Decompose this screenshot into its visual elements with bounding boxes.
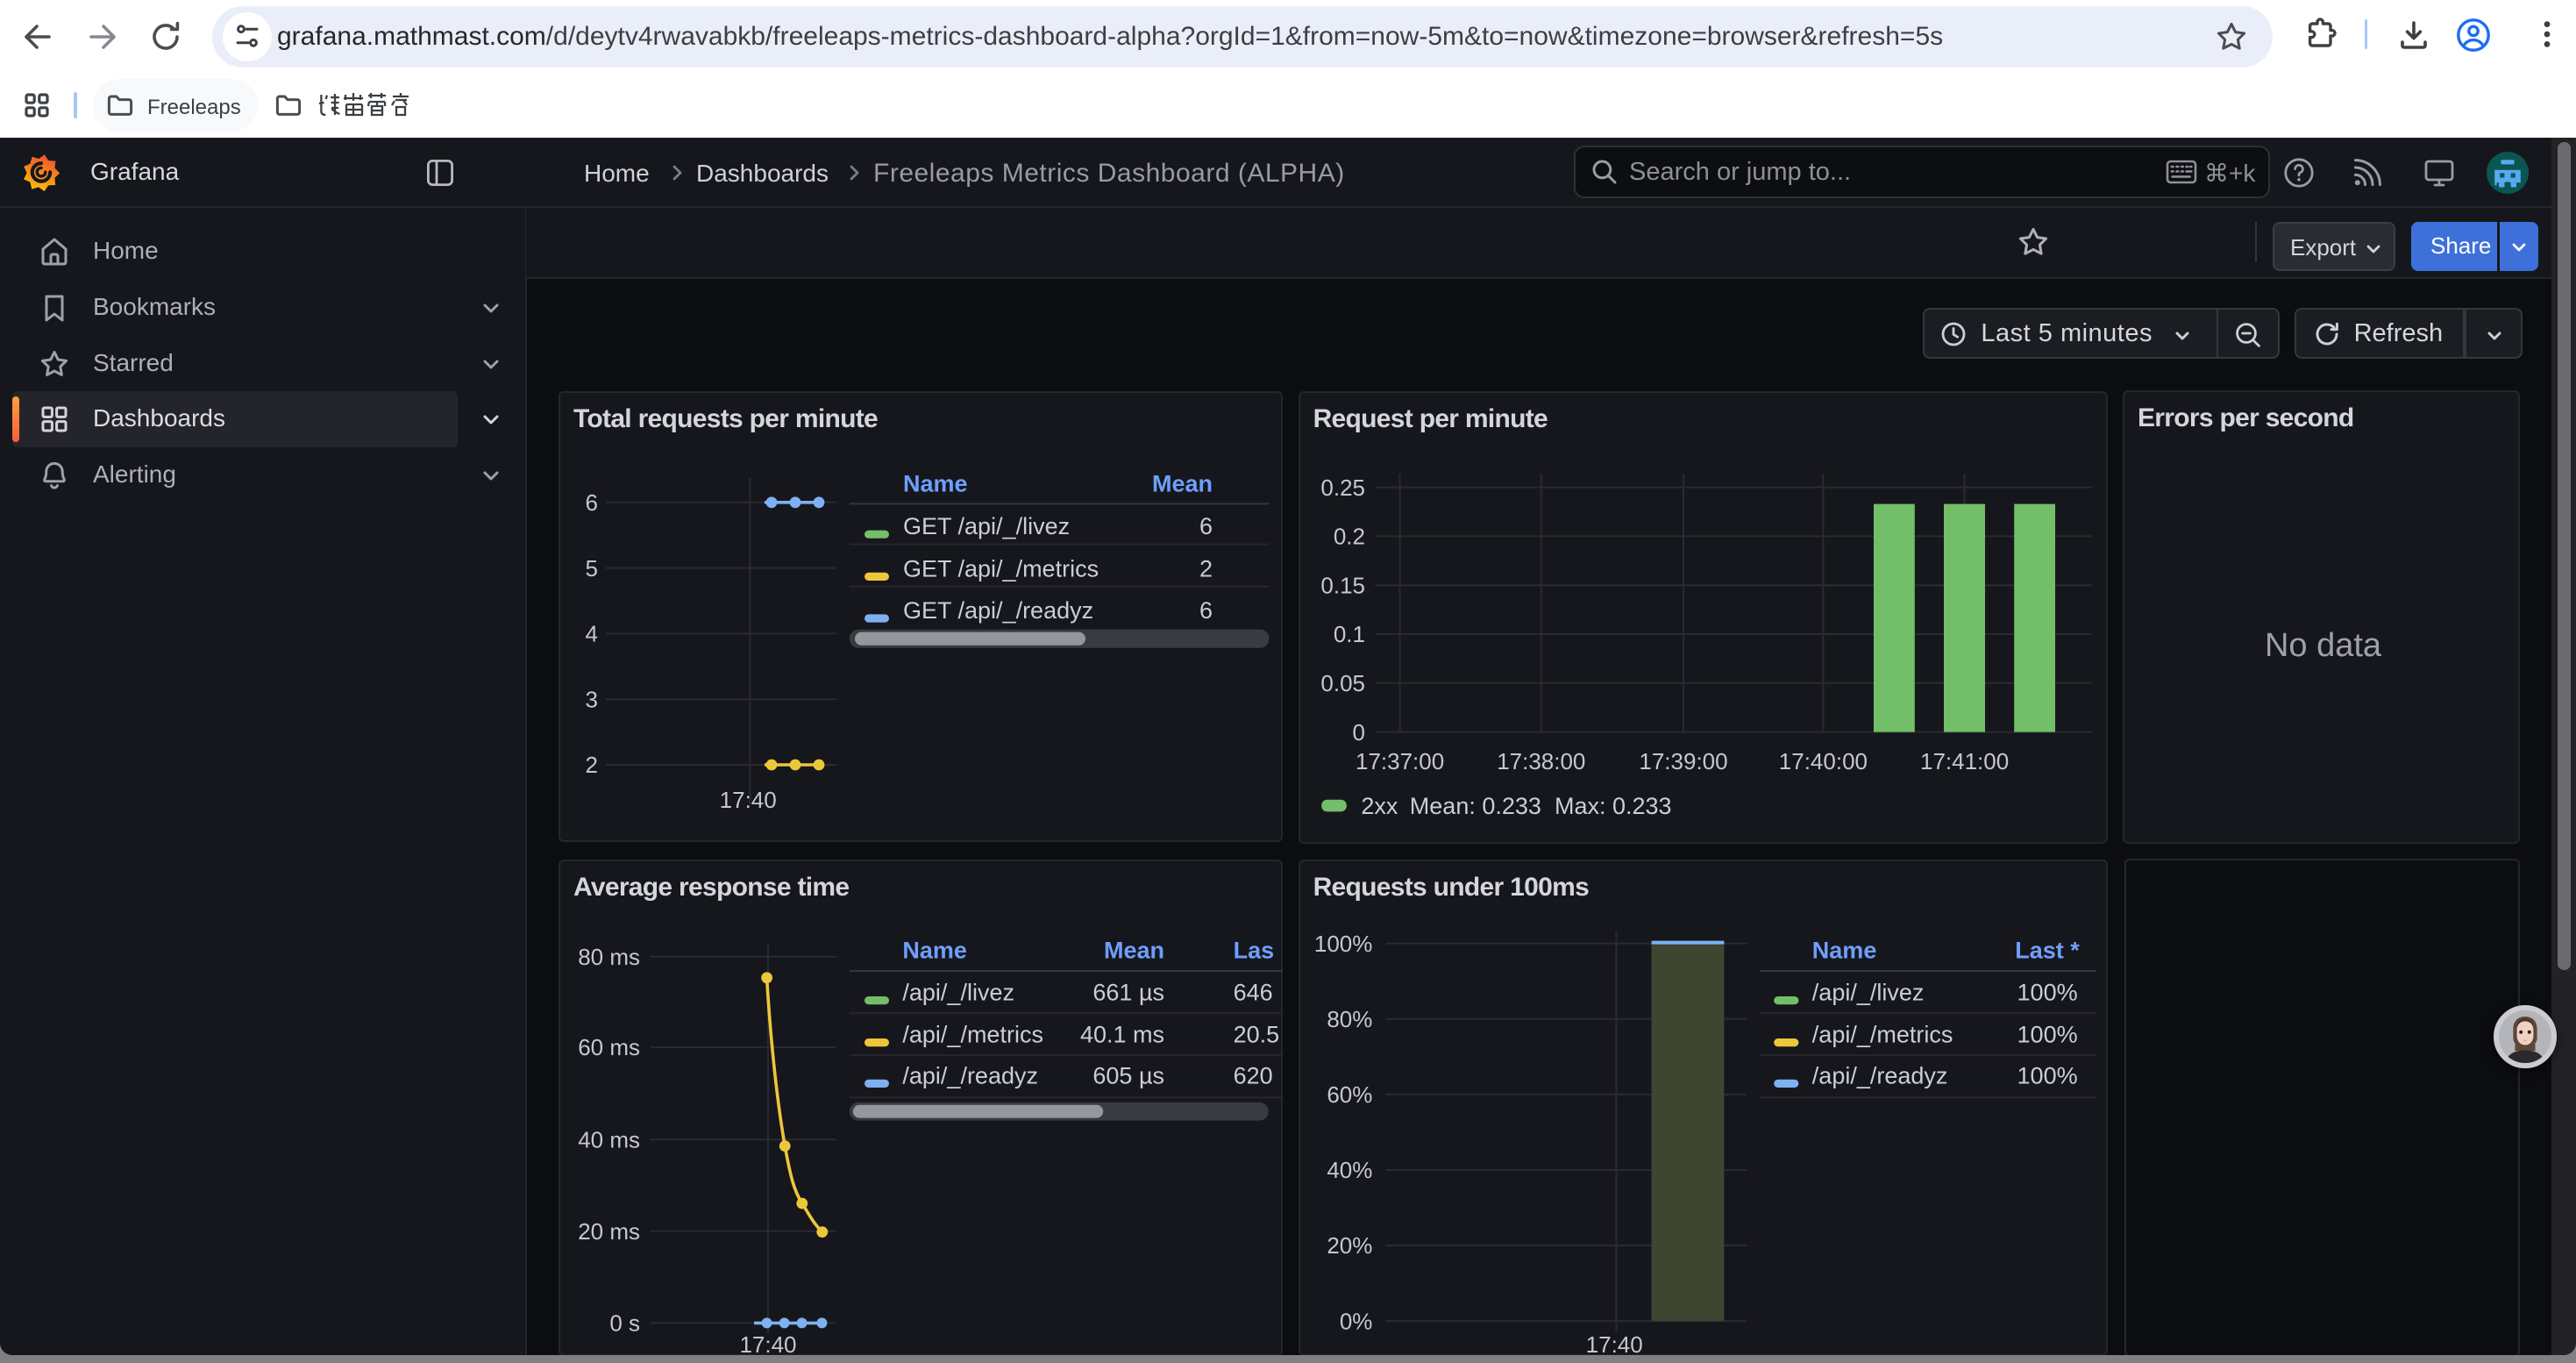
svg-text:Name: Name [1811,938,1876,964]
svg-text:20%: 20% [1327,1232,1372,1259]
svg-text:605 µs: 605 µs [1092,1062,1164,1088]
svg-text:620: 620 [1234,1062,1273,1088]
svg-text:Mean: Mean [1104,938,1164,964]
svg-text:17:40:00: 17:40:00 [1778,748,1867,774]
svg-text:2: 2 [1199,555,1213,582]
svg-text:Mean: 0.233: Mean: 0.233 [1409,793,1541,819]
svg-text:17:39:00: 17:39:00 [1639,748,1727,774]
svg-text:Mean: Mean [1152,470,1213,496]
svg-text:3: 3 [586,686,598,712]
svg-text:40.1 ms: 40.1 ms [1080,1022,1164,1048]
svg-text:/api/_/metrics: /api/_/metrics [1811,1022,1953,1048]
svg-text:100%: 100% [2017,1062,2077,1088]
svg-text:2xx: 2xx [1361,793,1398,819]
svg-text:6: 6 [1199,597,1213,624]
svg-text:/api/_/livez: /api/_/livez [1811,980,1924,1006]
svg-text:GET /api/_/readyz: GET /api/_/readyz [903,597,1093,624]
svg-text:Max: 0.233: Max: 0.233 [1555,793,1672,819]
svg-text:100%: 100% [2017,1022,2077,1048]
svg-text:0: 0 [1352,719,1364,746]
svg-text:GET /api/_/livez: GET /api/_/livez [903,513,1070,539]
svg-text:Name: Name [903,470,968,496]
svg-text:80%: 80% [1327,1006,1372,1032]
svg-text:100%: 100% [2017,980,2077,1006]
svg-text:/api/_/metrics: /api/_/metrics [902,1022,1043,1048]
svg-text:6: 6 [586,489,598,516]
svg-text:Name: Name [902,938,967,964]
svg-text:40 ms: 40 ms [578,1126,640,1152]
svg-text:17:40: 17:40 [720,787,777,813]
svg-text:17:40: 17:40 [739,1331,796,1355]
svg-text:20 ms: 20 ms [578,1218,640,1245]
svg-text:646: 646 [1234,980,1273,1006]
svg-text:/api/_/readyz: /api/_/readyz [902,1062,1038,1088]
svg-text:40%: 40% [1327,1157,1372,1183]
svg-text:2: 2 [586,752,598,778]
svg-text:60 ms: 60 ms [578,1034,640,1060]
svg-text:GET /api/_/metrics: GET /api/_/metrics [903,555,1099,582]
svg-text:0.2: 0.2 [1333,524,1364,550]
svg-text:0.25: 0.25 [1320,475,1365,501]
svg-text:17:37:00: 17:37:00 [1356,748,1444,774]
svg-text:Las: Las [1234,938,1275,964]
svg-text:6: 6 [1199,513,1213,539]
svg-text:80 ms: 80 ms [578,944,640,970]
svg-text:100%: 100% [1313,931,1372,957]
svg-text:17:38:00: 17:38:00 [1497,748,1585,774]
svg-text:20.5 r: 20.5 r [1234,1022,1283,1048]
svg-text:0%: 0% [1339,1308,1372,1334]
svg-text:661 µs: 661 µs [1092,980,1164,1006]
svg-text:/api/_/readyz: /api/_/readyz [1811,1062,1947,1088]
svg-text:17:41:00: 17:41:00 [1920,748,2009,774]
svg-text:0.15: 0.15 [1320,572,1365,598]
svg-text:4: 4 [586,621,598,647]
svg-text:/api/_/livez: /api/_/livez [902,980,1014,1006]
svg-text:0.1: 0.1 [1333,621,1364,647]
svg-text:5: 5 [586,555,598,582]
svg-text:0.05: 0.05 [1320,670,1365,696]
svg-text:60%: 60% [1327,1081,1372,1108]
svg-text:Last *: Last * [2015,938,2080,964]
svg-text:0 s: 0 s [609,1310,640,1337]
svg-text:17:40: 17:40 [1585,1331,1642,1355]
